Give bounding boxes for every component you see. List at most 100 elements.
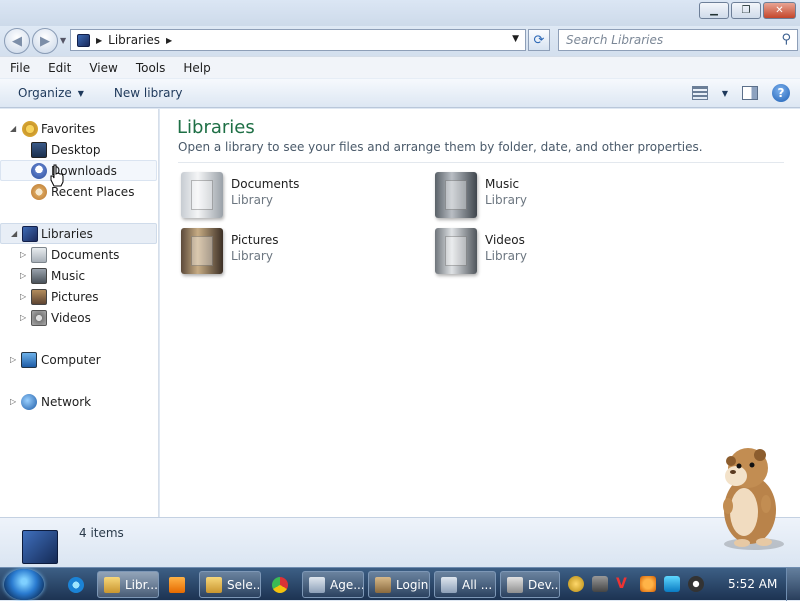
- start-button[interactable]: [4, 569, 44, 600]
- details-pane: 4 items: [0, 517, 800, 567]
- address-bar[interactable]: ▶ Libraries ▶ ▼: [70, 29, 526, 51]
- nav-item-documents[interactable]: ▷ Documents: [0, 244, 157, 265]
- item-count: 4 items: [79, 526, 124, 540]
- nav-item-videos[interactable]: ▷ Videos: [0, 307, 157, 328]
- system-tray: V: [568, 576, 704, 592]
- taskbar-task-libraries[interactable]: Libr...: [97, 571, 159, 598]
- breadcrumb-arrow-icon[interactable]: ▶: [96, 36, 102, 45]
- nav-network[interactable]: ▷ Network: [0, 391, 157, 412]
- taskbar-task-dev[interactable]: Dev...: [500, 571, 560, 598]
- search-icon[interactable]: ⚲: [781, 32, 791, 47]
- help-icon[interactable]: ?: [772, 84, 790, 102]
- nav-libraries[interactable]: ◢ Libraries: [0, 223, 157, 244]
- view-options-dropdown-icon[interactable]: ▼: [722, 89, 728, 98]
- library-item-music[interactable]: Music Library: [435, 172, 665, 220]
- tray-app-icon[interactable]: [568, 576, 584, 592]
- task-label: Dev...: [528, 577, 560, 592]
- breadcrumb-arrow-icon[interactable]: ▶: [166, 36, 172, 45]
- internet-explorer-icon: [68, 576, 84, 593]
- menu-file[interactable]: File: [10, 61, 30, 75]
- collapsed-arrow-icon[interactable]: ▷: [20, 271, 26, 280]
- change-view-icon[interactable]: [691, 86, 708, 100]
- documents-library-icon: [181, 172, 223, 218]
- nav-item-label: Documents: [51, 247, 120, 262]
- library-item-videos[interactable]: Videos Library: [435, 228, 665, 276]
- divider: [178, 162, 784, 163]
- back-button[interactable]: ◀: [4, 28, 30, 54]
- taskbar-pinned-ie[interactable]: [62, 571, 92, 598]
- taskbar-clock[interactable]: 5:52 AM: [728, 577, 777, 591]
- new-library-button[interactable]: New library: [114, 86, 183, 100]
- documents-library-icon: [31, 246, 47, 263]
- menu-edit[interactable]: Edit: [48, 61, 71, 75]
- recent-pages-dropdown-icon[interactable]: ▼: [60, 36, 66, 45]
- nav-item-music[interactable]: ▷ Music: [0, 265, 157, 286]
- menu-help[interactable]: Help: [183, 61, 210, 75]
- address-dropdown-icon[interactable]: ▼: [512, 34, 519, 44]
- preview-pane-icon[interactable]: [742, 86, 758, 100]
- explorer-folder-icon: [104, 576, 120, 593]
- tray-search-icon[interactable]: [640, 576, 656, 592]
- collapsed-arrow-icon[interactable]: ▷: [20, 250, 26, 259]
- chevron-down-icon: ▼: [77, 88, 84, 98]
- task-label: Login: [396, 577, 429, 592]
- library-item-documents[interactable]: Documents Library: [181, 172, 411, 220]
- collapsed-arrow-icon[interactable]: ▷: [20, 292, 26, 301]
- nav-favorites[interactable]: ◢ Favorites: [0, 118, 157, 139]
- collapsed-arrow-icon[interactable]: ▷: [10, 355, 16, 364]
- tray-volume-icon[interactable]: [688, 576, 704, 592]
- music-library-icon: [435, 172, 477, 218]
- organize-button[interactable]: Organize ▼: [18, 86, 84, 100]
- menu-tools[interactable]: Tools: [136, 61, 166, 75]
- nav-item-downloads[interactable]: Downloads: [0, 160, 157, 181]
- new-library-label: New library: [113, 86, 183, 100]
- minimize-button[interactable]: ▁: [699, 2, 729, 19]
- device-icon: [507, 576, 523, 593]
- content-area: Libraries Open a library to see your fil…: [160, 109, 800, 517]
- forward-button[interactable]: ▶: [32, 28, 58, 54]
- library-name: Pictures: [231, 233, 279, 247]
- taskbar-task-select[interactable]: Sele...: [199, 571, 261, 598]
- downloads-icon: [31, 162, 47, 179]
- breadcrumb-libraries[interactable]: Libraries: [108, 33, 160, 47]
- search-input[interactable]: Search Libraries ⚲: [558, 29, 798, 51]
- collapsed-arrow-icon[interactable]: ▷: [20, 313, 26, 322]
- nav-computer-label: Computer: [41, 352, 101, 367]
- taskbar-pinned-media[interactable]: [163, 571, 195, 598]
- menu-bar: File Edit View Tools Help: [0, 56, 800, 78]
- pictures-library-icon: [181, 228, 223, 274]
- nav-item-recent-places[interactable]: Recent Places: [0, 181, 157, 202]
- task-label: Age...: [330, 577, 364, 592]
- expanded-arrow-icon[interactable]: ◢: [10, 124, 16, 133]
- taskbar-task-all[interactable]: All ...: [434, 571, 496, 598]
- refresh-button[interactable]: ⟳: [528, 29, 550, 51]
- window-icon: [441, 576, 457, 593]
- nav-network-label: Network: [41, 394, 92, 409]
- window-titlebar[interactable]: ▁ ❐ ✕: [0, 0, 800, 26]
- command-bar: Organize ▼ New library ▼ ?: [0, 78, 800, 108]
- tray-v-icon[interactable]: V: [616, 576, 632, 592]
- nav-item-label: Desktop: [51, 142, 101, 157]
- nav-item-label: Pictures: [51, 289, 99, 304]
- taskbar-task-login[interactable]: Login: [368, 571, 430, 598]
- tray-network-icon[interactable]: [664, 576, 680, 592]
- expanded-arrow-icon[interactable]: ◢: [11, 229, 17, 238]
- taskbar-pinned-chrome[interactable]: [266, 571, 298, 598]
- taskbar-task-age[interactable]: Age...: [302, 571, 364, 598]
- library-item-pictures[interactable]: Pictures Library: [181, 228, 411, 276]
- maximize-button[interactable]: ❐: [731, 2, 761, 19]
- tray-app-icon[interactable]: [592, 576, 608, 592]
- nav-item-label: Music: [51, 268, 86, 283]
- nav-computer[interactable]: ▷ Computer: [0, 349, 157, 370]
- page-title: Libraries: [177, 117, 255, 138]
- desktop-icon: [31, 141, 47, 158]
- organize-label: Organize: [18, 86, 72, 100]
- app-icon: [206, 576, 222, 593]
- menu-view[interactable]: View: [89, 61, 117, 75]
- close-button[interactable]: ✕: [763, 2, 796, 19]
- show-desktop-button[interactable]: [786, 568, 800, 601]
- nav-item-desktop[interactable]: Desktop: [0, 139, 157, 160]
- music-library-icon: [31, 267, 47, 284]
- nav-item-pictures[interactable]: ▷ Pictures: [0, 286, 157, 307]
- collapsed-arrow-icon[interactable]: ▷: [10, 397, 16, 406]
